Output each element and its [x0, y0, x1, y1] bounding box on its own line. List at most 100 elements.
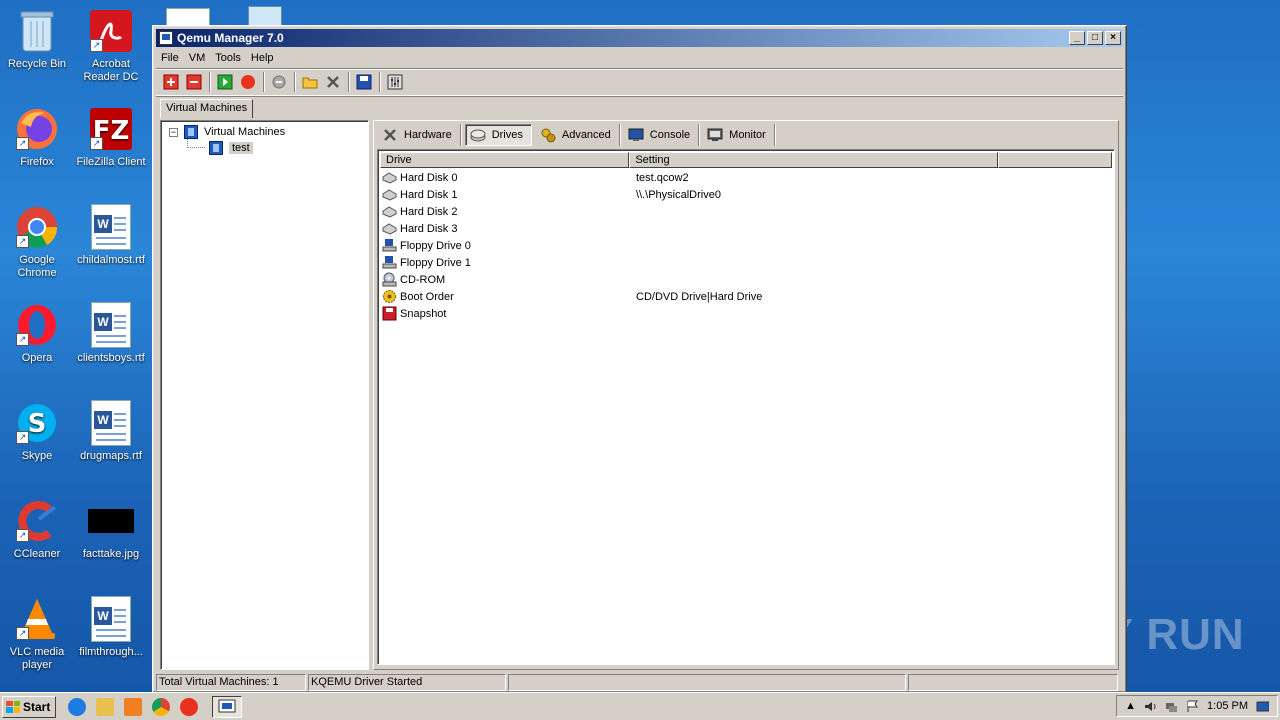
desktop-icon-label: VLC media player	[9, 646, 65, 671]
menu-vm[interactable]: VM	[184, 52, 211, 64]
chrome-icon[interactable]	[152, 697, 170, 716]
desktop-icon-skype[interactable]: S ↗ Skype	[0, 400, 74, 463]
desktop-icon-childalmost[interactable]: childalmost.rtf	[74, 204, 148, 267]
list-row[interactable]: Floppy Drive 0	[382, 237, 1112, 254]
tree-root-virtual-machines[interactable]: − Virtual Machines	[169, 125, 285, 139]
tab-hardware[interactable]: Hardware	[378, 124, 461, 146]
taskbar-qemu-manager[interactable]	[212, 695, 242, 718]
status-panel-empty	[508, 674, 906, 691]
remove-vm-icon	[186, 74, 202, 90]
desktop-icon-acrobat[interactable]: ↗ Acrobat Reader DC	[74, 8, 148, 84]
remove-vm-button[interactable]	[183, 71, 205, 93]
shortcut-arrow-icon: ↗	[90, 137, 103, 150]
list-row[interactable]: Hard Disk 1 \\.\PhysicalDrive0	[382, 186, 1112, 203]
desktop-icon-label: FileZilla Client	[76, 156, 146, 168]
list-row[interactable]: Hard Disk 0 test.qcow2	[382, 169, 1112, 186]
tools-button[interactable]	[322, 71, 344, 93]
desktop-icon-filmthrough[interactable]: filmthrough...	[74, 596, 148, 659]
tab-console[interactable]: Console	[624, 124, 700, 146]
desktop-icon-facttake[interactable]: facttake.jpg	[74, 498, 148, 561]
refresh-button[interactable]	[268, 71, 290, 93]
action-center-flag-icon[interactable]	[1186, 700, 1199, 713]
list-row[interactable]: Hard Disk 3	[382, 220, 1112, 237]
show-hidden-icons-icon[interactable]: ▲	[1125, 700, 1136, 712]
internet-explorer-icon[interactable]	[68, 697, 86, 716]
toolbar-separator	[294, 72, 296, 92]
desktop-icon-filezilla[interactable]: FZ ↗ FileZilla Client	[74, 106, 148, 169]
desktop-icon-opera[interactable]: ↗ Opera	[0, 302, 74, 365]
desktop-icon-ccleaner[interactable]: ↗ CCleaner	[0, 498, 74, 561]
desktop-icon-chrome[interactable]: ↗ Google Chrome	[0, 204, 74, 280]
acrobat-icon: ↗	[88, 8, 134, 54]
stop-vm-button[interactable]	[237, 71, 259, 93]
floppy-icon	[382, 238, 397, 253]
desktop-icon-firefox[interactable]: ↗ Firefox	[0, 106, 74, 169]
recycle-bin-icon	[14, 8, 60, 54]
close-button[interactable]: ×	[1105, 31, 1121, 45]
stop-icon	[241, 75, 255, 89]
snapshot-icon	[382, 306, 397, 321]
drives-list: Drive Setting Hard Disk 0 test.qcow2 Har…	[377, 149, 1115, 665]
list-row[interactable]: Snapshot	[382, 305, 1112, 322]
tab-label: Hardware	[404, 129, 452, 141]
skype-icon: S ↗	[14, 400, 60, 446]
cdrom-icon	[382, 272, 397, 287]
drive-setting: \\.\PhysicalDrive0	[636, 188, 721, 201]
column-header-setting[interactable]: Setting	[629, 152, 999, 168]
toolbar-separator	[263, 72, 265, 92]
open-button[interactable]	[299, 71, 321, 93]
tab-monitor[interactable]: Monitor	[703, 124, 775, 146]
vlc-icon: ↗	[14, 596, 60, 642]
opera-icon: ↗	[14, 302, 60, 348]
title-bar[interactable]: Qemu Manager 7.0 _ □ ×	[156, 29, 1123, 47]
network-icon[interactable]	[1165, 700, 1178, 713]
desktop-icon-label: facttake.jpg	[82, 548, 140, 560]
tab-virtual-machines[interactable]: Virtual Machines	[160, 99, 254, 118]
save-button[interactable]	[353, 71, 375, 93]
status-bar: Total Virtual Machines: 1 KQEMU Driver S…	[156, 674, 1123, 692]
add-vm-button[interactable]	[160, 71, 182, 93]
boot-order-icon	[382, 289, 397, 304]
menu-help[interactable]: Help	[246, 52, 279, 64]
list-row[interactable]: Boot Order CD/DVD Drive|Hard Drive	[382, 288, 1112, 305]
tree-item-test[interactable]: test	[209, 141, 253, 155]
collapse-icon[interactable]: −	[169, 127, 178, 137]
list-row[interactable]: Floppy Drive 1	[382, 254, 1112, 271]
menu-file[interactable]: File	[156, 52, 184, 64]
desktop-icon-label: CCleaner	[13, 548, 61, 560]
list-row[interactable]: Hard Disk 2	[382, 203, 1112, 220]
word-document-icon	[88, 400, 134, 446]
media-player-icon[interactable]	[124, 697, 142, 716]
floppy-icon	[382, 255, 397, 270]
app-icon	[159, 31, 173, 45]
drive-setting: CD/DVD Drive|Hard Drive	[636, 290, 763, 303]
monitor-icon	[707, 127, 723, 143]
desktop-icon-clientsboys[interactable]: clientsboys.rtf	[74, 302, 148, 365]
list-rows: Hard Disk 0 test.qcow2 Hard Disk 1 \\.\P…	[382, 169, 1112, 322]
column-header-drive[interactable]: Drive	[380, 152, 630, 168]
desktop-icon-label: Google Chrome	[17, 254, 57, 279]
clock[interactable]: 1:05 PM	[1207, 700, 1248, 712]
tree-item-label: test	[229, 142, 253, 154]
start-button[interactable]: Start	[2, 695, 56, 718]
menu-tools[interactable]: Tools	[210, 52, 246, 64]
start-vm-button[interactable]	[214, 71, 236, 93]
hidden-desktop-icon	[248, 6, 282, 26]
file-explorer-icon[interactable]	[96, 697, 114, 716]
shortcut-arrow-icon: ↗	[16, 431, 29, 444]
tab-advanced[interactable]: Advanced	[536, 124, 620, 146]
volume-icon[interactable]	[1144, 700, 1157, 713]
show-desktop-icon[interactable]	[1256, 700, 1269, 713]
maximize-button[interactable]: □	[1087, 31, 1103, 45]
desktop-icon-drugmaps[interactable]: drugmaps.rtf	[74, 400, 148, 463]
settings-icon	[387, 74, 403, 90]
list-row[interactable]: CD-ROM	[382, 271, 1112, 288]
tab-drives[interactable]: Drives	[464, 124, 532, 146]
desktop-icon-vlc[interactable]: ↗ VLC media player	[0, 596, 74, 672]
settings-button[interactable]	[384, 71, 406, 93]
firefox-icon: ↗	[14, 106, 60, 152]
desktop-icon-label: childalmost.rtf	[77, 254, 145, 266]
desktop-icon-recycle-bin[interactable]: Recycle Bin	[0, 8, 74, 71]
opera-icon[interactable]	[180, 697, 198, 716]
minimize-button[interactable]: _	[1069, 31, 1085, 45]
